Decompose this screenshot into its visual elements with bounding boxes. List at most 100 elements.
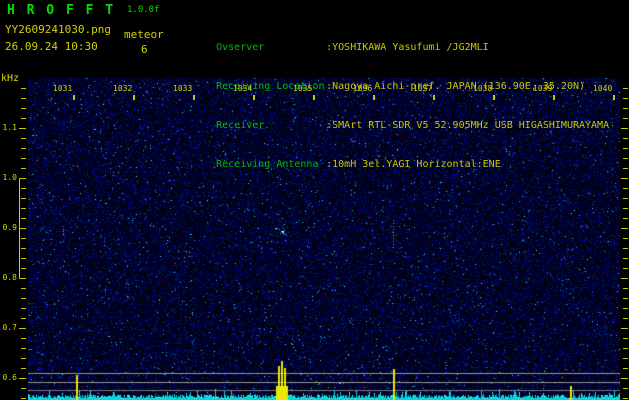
info-row-location: Receiving Location:Nagoya Aichi-pref. JA… [180, 67, 609, 92]
info-row-receiver: Receiver :SMArt RTL-SDR V5 52.905MHz USB … [180, 106, 609, 131]
info-label: Receiving Antenna [216, 159, 319, 170]
freq-tick [623, 168, 628, 169]
freq-tick [623, 358, 628, 359]
freq-tick [21, 248, 26, 249]
freq-tick-label: 1.1 [2, 123, 17, 132]
freq-tick-label: 0.7 [2, 323, 17, 332]
time-tick-label: 1035 [293, 84, 313, 93]
time-tick-label: 1036 [353, 84, 373, 93]
freq-tick [21, 268, 26, 269]
freq-tick [21, 338, 26, 339]
info-value: :YOSHIKAWA Yasufumi /JG2MLI [326, 42, 489, 53]
freq-tick [621, 278, 628, 279]
freq-tick [623, 198, 628, 199]
freq-tick [621, 378, 628, 379]
freq-tick [621, 228, 628, 229]
freq-tick [623, 288, 628, 289]
freq-tick [21, 238, 26, 239]
receiver-info: Ovserver :YOSHIKAWA Yasufumi /JG2MLI Rece… [180, 2, 609, 184]
freq-tick [623, 388, 628, 389]
freq-tick [21, 88, 26, 89]
freq-tick [19, 278, 26, 279]
freq-tick [21, 398, 26, 399]
freq-tick [621, 328, 628, 329]
time-tick [553, 95, 555, 100]
freq-tick [21, 158, 26, 159]
time-tick [133, 95, 135, 100]
freq-tick [623, 108, 628, 109]
time-tick [433, 95, 435, 100]
freq-tick [623, 208, 628, 209]
freq-tick [623, 218, 628, 219]
freq-tick [21, 298, 26, 299]
hrofft-window: H R O F F T 1.0.0f YY2609241030.png mete… [0, 0, 629, 400]
output-filename: YY2609241030.png [5, 23, 111, 36]
time-tick [193, 95, 195, 100]
freq-tick [621, 178, 628, 179]
freq-tick [19, 378, 26, 379]
time-tick-label: 1037 [413, 84, 433, 93]
time-tick-label: 1033 [173, 84, 193, 93]
info-label: Ovserver [216, 42, 265, 53]
info-label: Receiver [216, 120, 265, 131]
time-tick-label: 1031 [53, 84, 73, 93]
time-tick [613, 95, 615, 100]
info-row-antenna: Receiving Antenna :10mH 3el.YAGI Horizont… [180, 145, 609, 170]
freq-tick [623, 258, 628, 259]
freq-tick [21, 258, 26, 259]
freq-tick-label: 0.8 [2, 273, 17, 282]
freq-tick [623, 188, 628, 189]
freq-tick [21, 358, 26, 359]
app-version: 1.0.0f [127, 5, 160, 15]
time-tick-label: 1034 [233, 84, 253, 93]
freq-tick [21, 208, 26, 209]
freq-tick-label: 1.0 [2, 173, 17, 182]
time-tick [73, 95, 75, 100]
time-tick-label: 1039 [533, 84, 553, 93]
freq-tick [19, 228, 26, 229]
time-tick [373, 95, 375, 100]
time-tick-label: 1032 [113, 84, 133, 93]
freq-tick-label: 0.6 [2, 373, 17, 382]
freq-tick-label: 0.9 [2, 223, 17, 232]
freq-tick [623, 348, 628, 349]
app-title: H R O F F T [7, 3, 116, 18]
freq-tick [19, 178, 26, 179]
freq-tick [623, 88, 628, 89]
freq-tick [19, 328, 26, 329]
freq-tick [21, 118, 26, 119]
freq-tick [623, 338, 628, 339]
freq-tick [21, 138, 26, 139]
freq-unit-label: kHz [1, 73, 20, 84]
freq-tick [21, 218, 26, 219]
freq-tick [21, 288, 26, 289]
freq-tick [21, 318, 26, 319]
freq-tick [623, 138, 628, 139]
time-tick [493, 95, 495, 100]
freq-tick [21, 368, 26, 369]
meteor-count: 6 [141, 43, 148, 56]
freq-tick [623, 118, 628, 119]
freq-tick [623, 148, 628, 149]
freq-tick [19, 128, 26, 129]
freq-tick [623, 268, 628, 269]
freq-tick [623, 158, 628, 159]
freq-tick [621, 128, 628, 129]
freq-tick [21, 108, 26, 109]
freq-tick [623, 318, 628, 319]
time-tick-label: 1038 [473, 84, 493, 93]
info-value: :SMArt RTL-SDR V5 52.905MHz USB HIGASHIM… [326, 120, 610, 131]
time-tick [253, 95, 255, 100]
freq-tick [21, 348, 26, 349]
freq-tick [623, 298, 628, 299]
freq-tick [21, 388, 26, 389]
freq-tick [21, 98, 26, 99]
freq-tick [623, 308, 628, 309]
datetime-label: 26.09.24 10:30 [5, 40, 98, 53]
time-tick-label: 1040 [593, 84, 613, 93]
info-value: :10mH 3el.YAGI Horizontal:ENE [326, 159, 501, 170]
freq-tick [21, 168, 26, 169]
freq-tick [21, 188, 26, 189]
freq-tick [623, 248, 628, 249]
time-tick [313, 95, 315, 100]
